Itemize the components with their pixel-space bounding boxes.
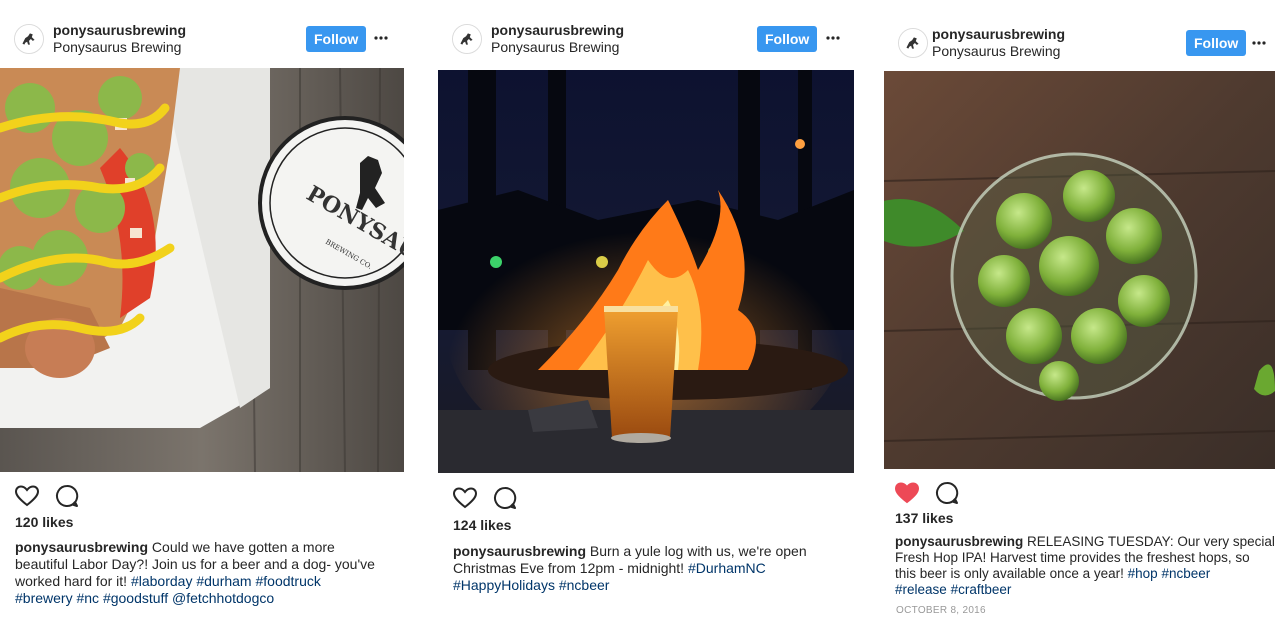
caption-text-line: Burn a yule log with us, we're open [589,543,807,559]
post-actions [894,480,970,506]
post-author-names: ponysaurusbrewing Ponysaurus Brewing [491,22,624,56]
more-horizontal-icon[interactable] [1252,41,1266,45]
hashtag-link[interactable]: #ncbeer [1161,566,1210,581]
post-header: ponysaurusbrewing Ponysaurus Brewing Fol… [438,0,854,68]
hashtag-link[interactable]: #brewery [15,590,73,606]
hashtag-link[interactable]: #craftbeer [951,582,1012,597]
avatar[interactable] [898,28,928,58]
post-card-yule-log: ponysaurusbrewing Ponysaurus Brewing Fol… [438,0,854,628]
post-caption: ponysaurusbrewing Could we have gotten a… [15,539,400,607]
heart-icon[interactable] [452,485,478,511]
caption-text-line: worked hard for it! [15,573,128,589]
post-date[interactable]: OCTOBER 8, 2016 [896,605,986,616]
heart-icon[interactable] [14,483,40,509]
campfire-beer-photo[interactable] [438,70,854,473]
follow-button[interactable]: Follow [1186,30,1247,56]
hashtag-link[interactable]: #durham [196,573,251,589]
caption-text-line: beautiful Labor Day?! Join us for a beer… [15,556,375,572]
caption-text-line: Fresh Hop IPA! Harvest time provides the… [895,550,1250,565]
follow-button[interactable]: Follow [306,26,367,52]
caption-username[interactable]: ponysaurusbrewing [15,539,148,555]
username[interactable]: ponysaurusbrewing [53,22,186,39]
comment-icon[interactable] [934,480,960,506]
hashtag-link[interactable]: #foodtruck [256,573,321,589]
likes-count[interactable]: 137 likes [895,510,953,526]
caption-text-line: Christmas Eve from 12pm - midnight! [453,560,685,576]
hashtag-link[interactable]: #HappyHolidays [453,577,555,593]
heart-filled-icon[interactable] [894,480,920,506]
hashtag-link[interactable]: #hop [1128,566,1158,581]
post-card-fresh-hop: ponysaurusbrewing Ponysaurus Brewing Fol… [884,0,1275,628]
hashtag-link[interactable]: #laborday [131,573,193,589]
likes-count[interactable]: 120 likes [15,514,73,530]
comment-icon[interactable] [492,485,518,511]
caption-text-line: this beer is only available once a year! [895,566,1124,581]
likes-count[interactable]: 124 likes [453,517,511,533]
post-caption: ponysaurusbrewing Burn a yule log with u… [453,543,853,594]
full-name: Ponysaurus Brewing [932,43,1061,59]
caption-username[interactable]: ponysaurusbrewing [895,534,1023,549]
post-caption: ponysaurusbrewing RELEASING TUESDAY: Our… [895,534,1275,598]
post-card-labor-day: ponysaurusbrewing Ponysaurus Brewing Fol… [0,0,404,628]
hashtag-link[interactable]: #release [895,582,947,597]
mention-link[interactable]: @fetchhotdogco [172,590,274,606]
full-name: Ponysaurus Brewing [491,39,620,55]
post-header: ponysaurusbrewing Ponysaurus Brewing Fol… [0,0,404,68]
avatar[interactable] [452,24,482,54]
post-actions [452,485,528,511]
caption-text-line: RELEASING TUESDAY: Our very special [1027,534,1275,549]
more-horizontal-icon[interactable] [374,36,388,40]
username[interactable]: ponysaurusbrewing [491,22,624,39]
more-horizontal-icon[interactable] [826,36,840,40]
hashtag-link[interactable]: #goodstuff [103,590,168,606]
post-author-names: ponysaurusbrewing Ponysaurus Brewing [53,22,186,56]
post-header: ponysaurusbrewing Ponysaurus Brewing Fol… [884,0,1275,68]
hashtag-link[interactable]: #ncbeer [559,577,610,593]
hops-in-glass-photo[interactable] [884,71,1275,469]
hotdog-and-coaster-photo[interactable]: PONYSAURUS BREWING CO. [0,68,404,472]
comment-icon[interactable] [54,483,80,509]
caption-username[interactable]: ponysaurusbrewing [453,543,586,559]
follow-button[interactable]: Follow [757,26,818,52]
hashtag-link[interactable]: #nc [76,590,99,606]
post-actions [14,483,90,509]
username[interactable]: ponysaurusbrewing [932,26,1065,43]
hashtag-link[interactable]: #DurhamNC [688,560,766,576]
avatar[interactable] [14,24,44,54]
caption-text-line: Could we have gotten a more [151,539,335,555]
post-author-names: ponysaurusbrewing Ponysaurus Brewing [932,26,1065,60]
full-name: Ponysaurus Brewing [53,39,182,55]
